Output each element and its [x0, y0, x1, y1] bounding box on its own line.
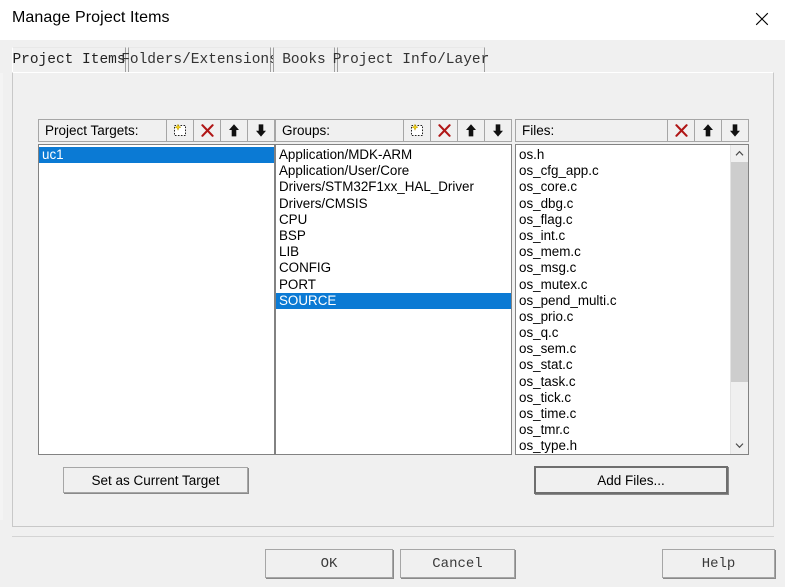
list-item[interactable]: Application/MDK-ARM [276, 147, 511, 163]
list-item[interactable]: CONFIG [276, 260, 511, 276]
window-left-edge [0, 60, 3, 520]
tab-project-items[interactable]: Project Items [12, 47, 126, 72]
files-scrollbar-thumb[interactable] [731, 162, 748, 382]
new-item-icon[interactable] [403, 120, 430, 141]
button-label: Add Files... [597, 472, 665, 488]
list-item[interactable]: os_msg.c [516, 260, 731, 276]
tab-bar: Project Items Folders/Extensions Books P… [0, 40, 785, 73]
window-title: Manage Project Items [12, 9, 170, 26]
list-item[interactable]: CPU [276, 212, 511, 228]
list-item[interactable]: os_stat.c [516, 357, 731, 373]
chevron-down-icon[interactable] [731, 437, 748, 454]
list-item[interactable]: LIB [276, 244, 511, 260]
project-targets-label: Project Targets: [45, 123, 139, 138]
button-label: OK [320, 555, 338, 572]
delete-icon[interactable] [193, 120, 220, 141]
list-item[interactable]: os_q.c [516, 325, 731, 341]
list-item[interactable]: os_tick.c [516, 390, 731, 406]
list-item[interactable]: os_cfg_app.c [516, 163, 731, 179]
list-item[interactable]: BSP [276, 228, 511, 244]
list-item[interactable]: os_dbg.c [516, 196, 731, 212]
tab-folders-extensions[interactable]: Folders/Extensions [121, 47, 278, 72]
chevron-up-icon[interactable] [731, 145, 748, 162]
tab-label: Folders/Extensions [121, 52, 278, 68]
new-item-icon[interactable] [166, 120, 193, 141]
arrow-up-icon[interactable] [694, 120, 721, 141]
list-item[interactable]: SOURCE [276, 292, 511, 309]
list-item[interactable]: os_int.c [516, 228, 731, 244]
tab-project-info-layer[interactable]: Project Info/Layer [333, 47, 489, 72]
footer-divider [12, 536, 774, 537]
close-icon[interactable] [739, 0, 785, 38]
arrow-up-icon[interactable] [457, 120, 484, 141]
list-item[interactable]: PORT [276, 277, 511, 293]
list-item[interactable]: os_time.c [516, 406, 731, 422]
delete-icon[interactable] [430, 120, 457, 141]
manage-project-items-dialog: Manage Project Items Project Items Folde… [0, 0, 785, 587]
files-header: Files: [515, 119, 749, 142]
files-scrollbar[interactable] [730, 145, 748, 454]
project-targets-header: Project Targets: [38, 119, 275, 142]
list-item[interactable]: os_mutex.c [516, 277, 731, 293]
tab-label: Books [282, 52, 326, 68]
project-items-tab-page: Project Targets: uc1 Groups: Application… [12, 72, 774, 527]
files-label: Files: [522, 123, 555, 138]
list-item[interactable]: os_core.c [516, 179, 731, 195]
list-item[interactable]: os_flag.c [516, 212, 731, 228]
arrow-up-icon[interactable] [220, 120, 247, 141]
list-item[interactable]: os_prio.c [516, 309, 731, 325]
list-item[interactable]: os.h [516, 147, 731, 163]
title-bar: Manage Project Items [0, 0, 785, 40]
tab-label: Project Info/Layer [332, 52, 490, 68]
add-files-button[interactable]: Add Files... [534, 466, 728, 494]
files-list[interactable]: os.h os_cfg_app.c os_core.c os_dbg.c os_flag… [515, 144, 749, 455]
set-as-current-target-button[interactable]: Set as Current Target [63, 467, 248, 493]
groups-header: Groups: [275, 119, 512, 142]
button-label: Set as Current Target [91, 472, 220, 488]
list-item[interactable]: os_task.c [516, 374, 731, 390]
list-item[interactable]: Drivers/STM32F1xx_HAL_Driver [276, 179, 511, 195]
delete-icon[interactable] [667, 120, 694, 141]
list-item[interactable]: os_mem.c [516, 244, 731, 260]
ok-button[interactable]: OK [265, 549, 393, 578]
list-item[interactable]: Drivers/CMSIS [276, 196, 511, 212]
help-button[interactable]: Help [662, 549, 775, 578]
arrow-down-icon[interactable] [247, 120, 274, 141]
list-item[interactable]: uc1 [39, 147, 274, 164]
tab-books[interactable]: Books [273, 47, 335, 72]
list-item[interactable]: os_type.h [516, 438, 731, 454]
list-item[interactable]: Application/User/Core [276, 163, 511, 179]
groups-list[interactable]: Application/MDK-ARM Application/User/Core… [275, 144, 512, 455]
list-item[interactable]: os_sem.c [516, 341, 731, 357]
tab-label: Project Items [12, 52, 126, 68]
groups-label: Groups: [282, 123, 331, 138]
button-label: Cancel [432, 555, 483, 572]
project-targets-list[interactable]: uc1 [38, 144, 275, 455]
arrow-down-icon[interactable] [484, 120, 511, 141]
list-item[interactable]: os_pend_multi.c [516, 293, 731, 309]
button-label: Help [701, 555, 736, 572]
list-item[interactable]: os_tmr.c [516, 422, 731, 438]
cancel-button[interactable]: Cancel [400, 549, 515, 578]
arrow-down-icon[interactable] [721, 120, 748, 141]
